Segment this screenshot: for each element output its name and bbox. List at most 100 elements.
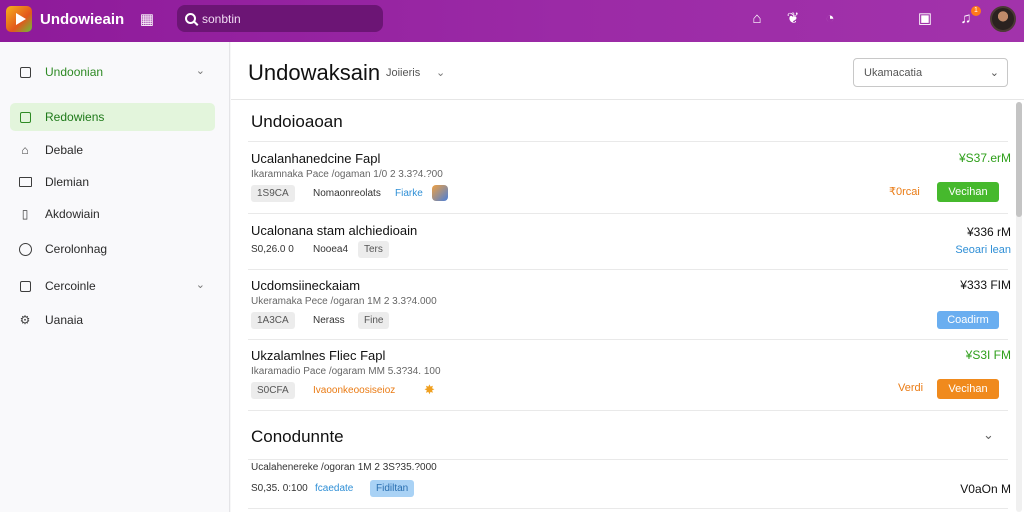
filter-select-value: Ukamacatia [864, 67, 923, 79]
section-title: Undoioaoan [251, 112, 343, 131]
avatar[interactable] [990, 6, 1016, 32]
main-content: Undowaksain Joiieris ⌄ Ukamacatia ⌄ Undo… [231, 42, 1024, 512]
sidebar-item-undoonian[interactable]: Undoonian ⌄ [10, 58, 215, 86]
sidebar-item-redowiens[interactable]: Redowiens [10, 103, 215, 131]
chevron-down-icon[interactable]: ⌄ [436, 66, 445, 79]
apps-grid-icon[interactable]: ▦ [138, 11, 156, 29]
scroll-thumb[interactable] [1016, 102, 1022, 217]
sidebar-item-label: Cerolonhag [45, 242, 108, 256]
item-price: V0aOn M [960, 482, 1011, 496]
item-chip: S0CFA [251, 382, 295, 399]
sidebar-item-label: Uanaia [45, 313, 84, 327]
item-meta: Ikaramnaka Pace /ogaman 1/0 2 3.3?4.?00 [251, 169, 443, 180]
item-title: Ucdomsiineckaiam [251, 278, 361, 293]
item-status: Verdi [898, 382, 924, 394]
chevron-down-icon: ⌄ [195, 65, 205, 77]
chevron-down-icon: ⌄ [989, 67, 999, 79]
divider [248, 339, 1008, 340]
sidebar-item-label: Dlemian [45, 175, 90, 189]
confirm-button[interactable]: Coadirm [937, 311, 999, 329]
item-price: ¥S3I FM [965, 348, 1011, 362]
item-price: ¥333 FIM [960, 278, 1011, 292]
sidebar-item-label: Undoonian [45, 65, 104, 79]
item-title: Ucalahenereke /ogoran 1M 2 3S?35.?000 [251, 462, 437, 473]
chevron-down-icon: ⌄ [195, 279, 205, 291]
help-icon[interactable]: ◔ [819, 8, 841, 30]
list-item[interactable]: Ukzalamlnes Fliec Fapl Ikaramadio Pace /… [251, 348, 1011, 408]
page-subtitle[interactable]: Joiieris [386, 67, 420, 79]
box-icon [18, 110, 32, 124]
list-item[interactable]: Ucdomsiineckaiam Ukeramaka Pece /ogaran … [251, 278, 1011, 338]
item-status: ₹0rcai [889, 186, 920, 198]
item-price: ¥336 rM [966, 225, 1011, 239]
sidebar-item-label: Debale [45, 143, 84, 157]
item-chip: Ters [358, 241, 389, 258]
box-icon [18, 65, 32, 79]
sidebar-item-cercoinle[interactable]: Cercoinle ⌄ [10, 272, 215, 300]
item-chip: 1A3CA [251, 312, 295, 329]
item-meta: S0,35. 0:100 [251, 483, 308, 494]
view-button[interactable]: Vecihan [937, 182, 999, 202]
list-item[interactable]: Ucalanhanedcine Fapl Ikaramnaka Pace /og… [251, 151, 1011, 211]
divider [248, 459, 1008, 460]
clock-icon [18, 242, 32, 256]
view-button[interactable]: Vecihan [937, 379, 999, 399]
item-chip: Fidiltan [370, 480, 415, 497]
scrollbar[interactable] [1016, 102, 1022, 512]
item-meta: S0,26.0 0 [251, 244, 294, 255]
item-meta: Ikaramadio Pace /ogaram MM 5.3?34. 100 [251, 366, 441, 377]
folder-icon [18, 175, 32, 189]
sidebar-item-uanaia[interactable]: ⚙ Uanaia [10, 306, 215, 334]
app-icon [432, 185, 448, 201]
item-text: Ivaoonkeoosiseioz [313, 385, 396, 396]
top-bar: Undowieain ▦ ⌂ ❦ ◔ ▣ ♫ 1 [0, 0, 1024, 42]
item-text: Nerass [313, 315, 345, 326]
sidebar-item-label: Akdowiain [45, 207, 100, 221]
item-text: fcaedate [315, 483, 354, 494]
item-title: Ucalonana stam alchiedioain [251, 223, 418, 238]
home-icon[interactable]: ⌂ [746, 8, 768, 30]
list-item[interactable]: Ucalahenereke /ogoran 1M 2 3S?35.?000 S0… [251, 462, 1011, 512]
item-title: Ucalanhanedcine Fapl [251, 151, 381, 166]
home-icon: ⌂ [21, 143, 29, 157]
page-header: Undowaksain Joiieris ⌄ Ukamacatia ⌄ [231, 42, 1024, 100]
item-chip: Fine [358, 312, 390, 329]
item-title: Ukzalamlnes Fliec Fapl [251, 348, 386, 363]
search-input[interactable] [202, 11, 362, 26]
item-text: Nomaonreolats [313, 188, 381, 199]
filter-select[interactable]: Ukamacatia ⌄ [853, 58, 1008, 87]
play-icon [15, 13, 26, 25]
notification-badge: 1 [971, 6, 981, 16]
section-title: Conodunnte [251, 427, 344, 446]
search-box[interactable] [177, 5, 383, 32]
bell-icon[interactable]: ♫ 1 [955, 6, 981, 30]
gift-icon[interactable]: ❦ [782, 8, 804, 30]
sidebar-item-cerolonhag[interactable]: Cerolonhag [10, 235, 215, 263]
calendar-icon[interactable]: ▣ [914, 8, 936, 30]
divider [248, 141, 1008, 142]
sidebar-item-akdowiain[interactable]: ▯ Akdowiain [10, 200, 215, 228]
mobile-icon: ▯ [21, 207, 29, 221]
sidebar-item-label: Cercoinle [45, 279, 96, 293]
item-tag: Fiarke [395, 188, 423, 199]
sidebar: Undoonian ⌄ Redowiens ⌂ Debale Dlemian ▯… [0, 42, 230, 512]
star-icon: ✸ [424, 382, 435, 397]
divider [248, 213, 1008, 214]
page-title: Undowaksain [248, 60, 381, 85]
item-link[interactable]: Seoari lean [955, 244, 1011, 256]
chevron-down-icon[interactable]: ⌄ [983, 427, 994, 443]
app-title: Undowieain [40, 11, 125, 28]
app-logo[interactable] [6, 6, 32, 32]
sidebar-item-debale[interactable]: ⌂ Debale [10, 136, 215, 164]
divider [248, 508, 1008, 509]
search-icon [185, 13, 196, 24]
item-price: ¥S37.erM [958, 151, 1011, 165]
divider [248, 269, 1008, 270]
item-meta: Ukeramaka Pece /ogaran 1M 2 3.3?4.000 [251, 296, 437, 307]
list-item[interactable]: Ucalonana stam alchiedioain S0,26.0 0 No… [251, 223, 1011, 271]
item-chip: 1S9CA [251, 185, 295, 202]
settings-icon: ⚙ [19, 313, 31, 327]
divider [248, 410, 1008, 411]
sidebar-item-dlemian[interactable]: Dlemian [10, 168, 215, 196]
sidebar-item-label: Redowiens [45, 110, 105, 124]
